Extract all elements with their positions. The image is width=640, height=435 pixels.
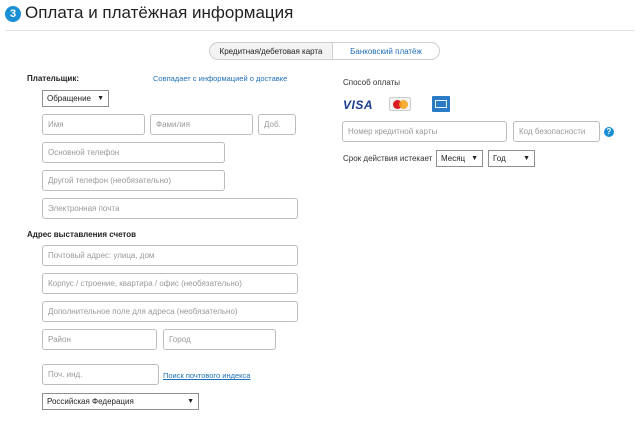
dropdown-arrow-icon: ▼ [187, 398, 194, 405]
expiry-year-select[interactable]: Год ▼ [488, 150, 535, 167]
expiry-month-select[interactable]: Месяц ▼ [436, 150, 483, 167]
tab-bank-payment[interactable]: Банковский платёж [332, 42, 440, 60]
salutation-select-value: Обращение [47, 94, 91, 103]
postcode-input[interactable] [42, 364, 159, 385]
main-phone-input[interactable] [42, 142, 225, 163]
card-number-input[interactable] [342, 121, 507, 142]
city-input[interactable] [163, 329, 276, 350]
district-input[interactable] [42, 329, 157, 350]
expiry-month-value: Месяц [441, 154, 466, 163]
postcode-lookup-link[interactable]: Поиск почтового индекса [163, 371, 250, 380]
last-name-input[interactable] [150, 114, 253, 135]
country-select-value: Российская Федерация [47, 397, 134, 406]
payer-section-label: Плательщик: [27, 74, 79, 83]
expiry-year-value: Год [493, 154, 506, 163]
dropdown-arrow-icon: ▼ [97, 95, 104, 102]
building-apartment-input[interactable] [42, 273, 298, 294]
extension-input[interactable] [258, 114, 296, 135]
tab-credit-card[interactable]: Кредитная/дебетовая карта [209, 42, 333, 60]
salutation-select[interactable]: Обращение ▼ [42, 90, 109, 107]
other-phone-input[interactable] [42, 170, 225, 191]
mastercard-logo-icon [389, 97, 411, 111]
help-icon[interactable]: ? [604, 127, 614, 137]
country-select[interactable]: Российская Федерация ▼ [42, 393, 199, 410]
step-number-badge: 3 [5, 6, 21, 22]
expiry-label: Срок действия истекает [343, 154, 433, 163]
security-code-input[interactable] [513, 121, 600, 142]
address-extra-input[interactable] [42, 301, 298, 322]
dropdown-arrow-icon: ▼ [471, 155, 478, 162]
street-address-input[interactable] [42, 245, 298, 266]
payment-method-label: Способ оплаты [343, 78, 401, 87]
billing-section-label: Адрес выставления счетов [27, 230, 137, 239]
page-title: Оплата и платёжная информация [25, 3, 294, 22]
header-divider [5, 30, 635, 31]
first-name-input[interactable] [42, 114, 145, 135]
same-as-shipping-link[interactable]: Совпадает с информацией о доставке [153, 74, 287, 83]
amex-logo-icon [432, 96, 450, 112]
visa-logo-icon: VISA [343, 98, 374, 112]
dropdown-arrow-icon: ▼ [523, 155, 530, 162]
email-input[interactable] [42, 198, 298, 219]
